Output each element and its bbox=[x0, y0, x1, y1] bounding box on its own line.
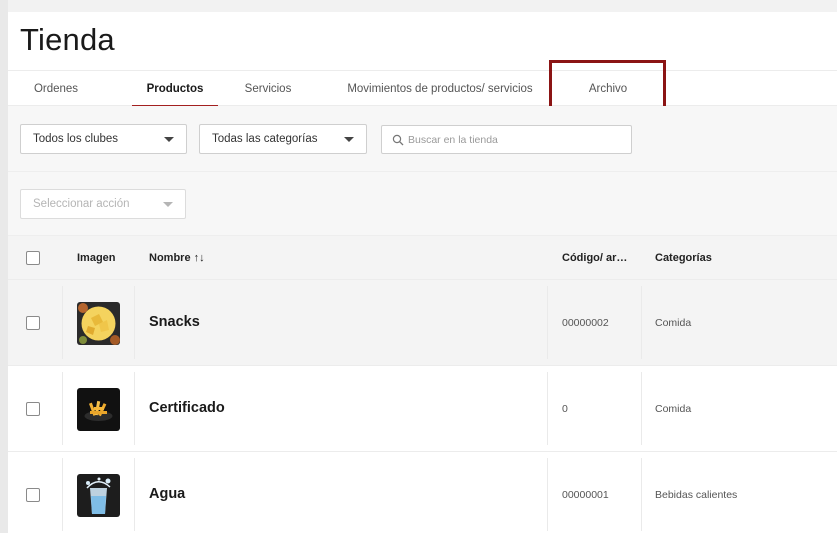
column-divider bbox=[134, 458, 135, 531]
bulk-action-select[interactable]: Seleccionar acción bbox=[20, 189, 186, 219]
tab-movimientos[interactable]: Movimientos de productos/ servicios bbox=[340, 71, 540, 107]
water-glass-icon bbox=[77, 474, 120, 517]
club-select-value: Todos los clubes bbox=[33, 133, 119, 145]
product-category: Comida bbox=[655, 317, 692, 329]
column-divider bbox=[62, 372, 63, 445]
tab-productos[interactable]: Productos bbox=[132, 71, 218, 107]
column-header-name[interactable]: Nombre ↑↓ bbox=[149, 236, 205, 280]
left-rail bbox=[0, 0, 8, 533]
category-select[interactable]: Todas las categorías bbox=[199, 124, 367, 154]
fries-icon bbox=[77, 388, 120, 431]
column-divider bbox=[134, 372, 135, 445]
column-divider bbox=[547, 286, 548, 359]
column-header-image: Imagen bbox=[77, 252, 116, 264]
row-checkbox[interactable] bbox=[26, 402, 40, 416]
club-select[interactable]: Todos los clubes bbox=[20, 124, 187, 154]
bulk-action-placeholder: Seleccionar acción bbox=[33, 198, 130, 210]
column-divider bbox=[134, 286, 135, 359]
table-header: Imagen Nombre ↑↓ Código/ ar… Categorías bbox=[8, 236, 837, 280]
column-divider bbox=[547, 372, 548, 445]
column-header-category[interactable]: Categorías bbox=[655, 236, 712, 280]
chevron-down-icon bbox=[164, 137, 174, 142]
top-bar bbox=[8, 0, 837, 12]
column-divider bbox=[641, 458, 642, 531]
column-divider bbox=[62, 286, 63, 359]
snack-plate-icon bbox=[77, 302, 120, 345]
column-header-code[interactable]: Código/ ar… bbox=[562, 236, 627, 280]
search-input[interactable] bbox=[408, 130, 623, 150]
table-row[interactable]: Agua 00000001 Bebidas calientes bbox=[8, 452, 837, 533]
row-checkbox[interactable] bbox=[26, 488, 40, 502]
category-select-value: Todas las categorías bbox=[212, 133, 318, 145]
search-field[interactable] bbox=[381, 125, 632, 154]
product-category: Comida bbox=[655, 403, 692, 415]
product-name[interactable]: Agua bbox=[149, 486, 185, 502]
table-row[interactable]: Snacks 00000002 Comida bbox=[8, 280, 837, 366]
select-all-checkbox[interactable] bbox=[26, 251, 40, 265]
column-divider bbox=[547, 458, 548, 531]
product-code: 00000002 bbox=[562, 317, 609, 329]
tab-archivo[interactable]: Archivo bbox=[578, 71, 638, 107]
tab-bar: Ordenes Productos Servicios Movimientos … bbox=[8, 70, 837, 107]
search-icon bbox=[392, 134, 404, 146]
chevron-down-icon bbox=[344, 137, 354, 142]
product-code: 00000001 bbox=[562, 489, 609, 501]
product-name[interactable]: Snacks bbox=[149, 314, 200, 330]
column-divider bbox=[641, 286, 642, 359]
page-title: Tienda bbox=[20, 22, 115, 57]
product-category: Bebidas calientes bbox=[655, 489, 738, 501]
chevron-down-icon bbox=[163, 202, 173, 207]
column-divider bbox=[641, 372, 642, 445]
product-name[interactable]: Certificado bbox=[149, 400, 225, 416]
table-row[interactable]: Certificado 0 Comida bbox=[8, 366, 837, 452]
tab-ordenes[interactable]: Ordenes bbox=[30, 71, 82, 107]
row-checkbox[interactable] bbox=[26, 316, 40, 330]
product-code: 0 bbox=[562, 403, 568, 415]
column-divider bbox=[62, 458, 63, 531]
tab-servicios[interactable]: Servicios bbox=[238, 71, 298, 107]
